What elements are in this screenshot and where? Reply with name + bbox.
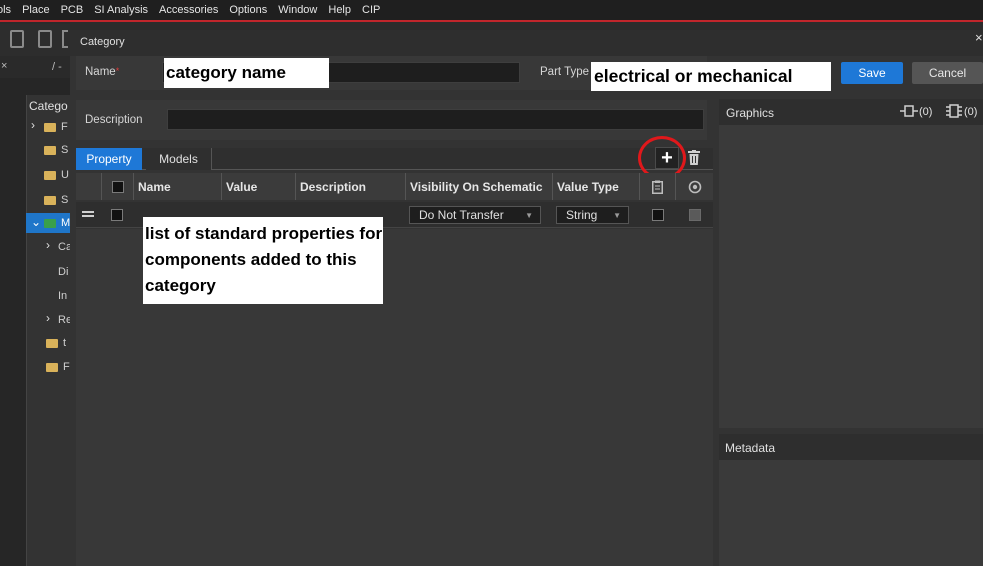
drag-column-header — [76, 173, 102, 200]
menu-tools[interactable]: ols — [0, 4, 11, 16]
part-type-label: Part Type — [540, 66, 590, 78]
tree-item-selected[interactable]: M — [44, 213, 70, 233]
column-description[interactable]: Description — [296, 173, 406, 200]
document-icon[interactable] — [10, 30, 24, 48]
toolbar-icon-partial[interactable] — [62, 30, 68, 48]
required-marker: * — [115, 66, 120, 76]
save-button[interactable]: Save — [841, 62, 903, 84]
description-label: Description — [85, 114, 143, 126]
graphics-panel — [719, 99, 983, 428]
menu-place[interactable]: Place — [22, 4, 50, 16]
row-checkbox[interactable] — [111, 209, 123, 221]
visibility-select[interactable]: Do Not Transfer ▼ — [409, 206, 541, 224]
metadata-label: Metadata — [725, 441, 776, 455]
cancel-button[interactable]: Cancel — [912, 62, 983, 84]
target-icon[interactable] — [688, 180, 702, 194]
menu-window[interactable]: Window — [278, 4, 317, 16]
property-grid-header: Name Value Description Visibility On Sch… — [76, 173, 713, 200]
tree-item[interactable]: S — [44, 140, 68, 160]
chevron-down-icon: ▼ — [613, 211, 621, 220]
tab-models[interactable]: Models — [146, 148, 212, 170]
column-value-type[interactable]: Value Type — [553, 173, 640, 200]
user-folder-icon — [46, 338, 58, 348]
clipboard-column — [640, 173, 676, 200]
document-tab-path[interactable]: / - — [52, 61, 62, 73]
chevron-right-icon[interactable]: › — [31, 118, 35, 132]
clipboard-checkbox[interactable] — [652, 209, 664, 221]
menu-cip[interactable]: CIP — [362, 4, 380, 16]
name-callout: category name — [164, 58, 329, 88]
close-icon[interactable]: × — [975, 30, 983, 45]
chevron-right-icon[interactable]: › — [46, 311, 50, 325]
symbol-count: (0) — [919, 106, 933, 118]
folder-icon — [44, 170, 56, 180]
menu-options[interactable]: Options — [229, 4, 267, 16]
tree-item[interactable]: t — [46, 333, 66, 353]
tree-item[interactable]: F — [46, 357, 70, 377]
column-name[interactable]: Name — [134, 173, 222, 200]
name-label: Name* — [85, 66, 120, 78]
folder-icon — [44, 195, 56, 205]
category-tree-header: Catego — [29, 99, 68, 113]
document-copy-icon[interactable] — [38, 30, 52, 48]
tab-close-icon[interactable]: × — [1, 60, 7, 72]
footprint-count: (0) — [964, 106, 978, 118]
folder-icon — [44, 218, 56, 228]
tree-item[interactable]: S — [44, 190, 68, 210]
document-tab-strip: × / - — [0, 56, 70, 78]
description-input[interactable] — [167, 109, 704, 130]
chevron-right-icon[interactable]: › — [46, 238, 50, 252]
part-type-callout: electrical or mechanical — [591, 62, 831, 91]
symbol-icon[interactable] — [900, 104, 918, 121]
tab-property[interactable]: Property — [76, 148, 142, 170]
folder-icon — [44, 122, 56, 132]
list-callout: list of standard properties for componen… — [143, 217, 383, 304]
user-folder-icon — [46, 362, 58, 372]
drag-handle-icon[interactable] — [82, 211, 94, 213]
chevron-down-icon[interactable]: ⌄ — [31, 215, 41, 229]
target-checkbox[interactable] — [689, 209, 701, 221]
value-type-select[interactable]: String ▼ — [556, 206, 629, 224]
target-column — [676, 173, 713, 200]
menu-si-analysis[interactable]: SI Analysis — [94, 4, 148, 16]
clipboard-icon[interactable] — [652, 180, 663, 194]
graphics-label: Graphics — [726, 106, 775, 120]
column-visibility[interactable]: Visibility On Schematic — [406, 173, 553, 200]
tree-item[interactable]: F — [44, 117, 68, 137]
column-value[interactable]: Value — [222, 173, 296, 200]
select-all-checkbox[interactable] — [111, 180, 124, 193]
select-all-column — [102, 173, 134, 200]
tree-item[interactable]: Di — [58, 262, 68, 282]
menu-help[interactable]: Help — [328, 4, 351, 16]
menu-pcb[interactable]: PCB — [61, 4, 84, 16]
chevron-down-icon: ▼ — [525, 211, 533, 220]
dialog-title: Category — [80, 36, 125, 48]
dialog-titlebar — [70, 30, 983, 56]
trash-icon[interactable] — [688, 150, 700, 168]
folder-icon — [44, 145, 56, 155]
tree-item[interactable]: U — [44, 165, 69, 185]
footprint-icon[interactable] — [945, 104, 963, 121]
menu-accessories[interactable]: Accessories — [159, 4, 218, 16]
menu-bar: ols Place PCB SI Analysis Accessories Op… — [0, 0, 983, 22]
tree-item[interactable]: In — [58, 286, 67, 306]
